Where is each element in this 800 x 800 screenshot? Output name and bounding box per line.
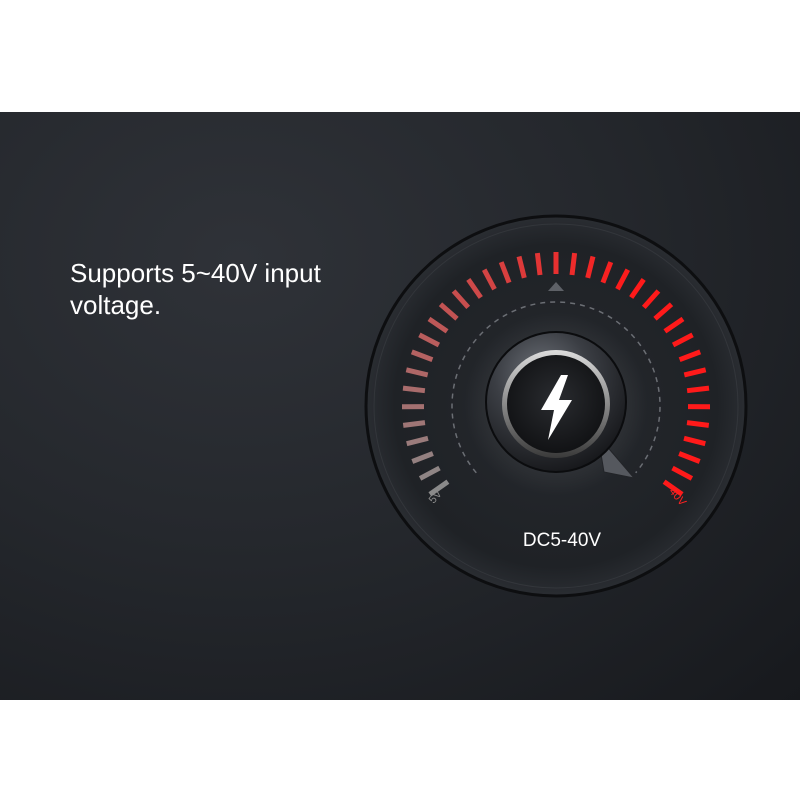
dial-tick: [686, 385, 710, 394]
dial-tick: [686, 420, 710, 428]
dial-tick: [402, 385, 426, 394]
voltage-dial: 5V 40V DC5-40V: [364, 214, 748, 598]
dial-tick: [534, 252, 543, 276]
voltage-range-label: DC5-40V: [523, 530, 601, 551]
dial-tick: [402, 420, 426, 428]
dial-tick: [569, 252, 578, 276]
